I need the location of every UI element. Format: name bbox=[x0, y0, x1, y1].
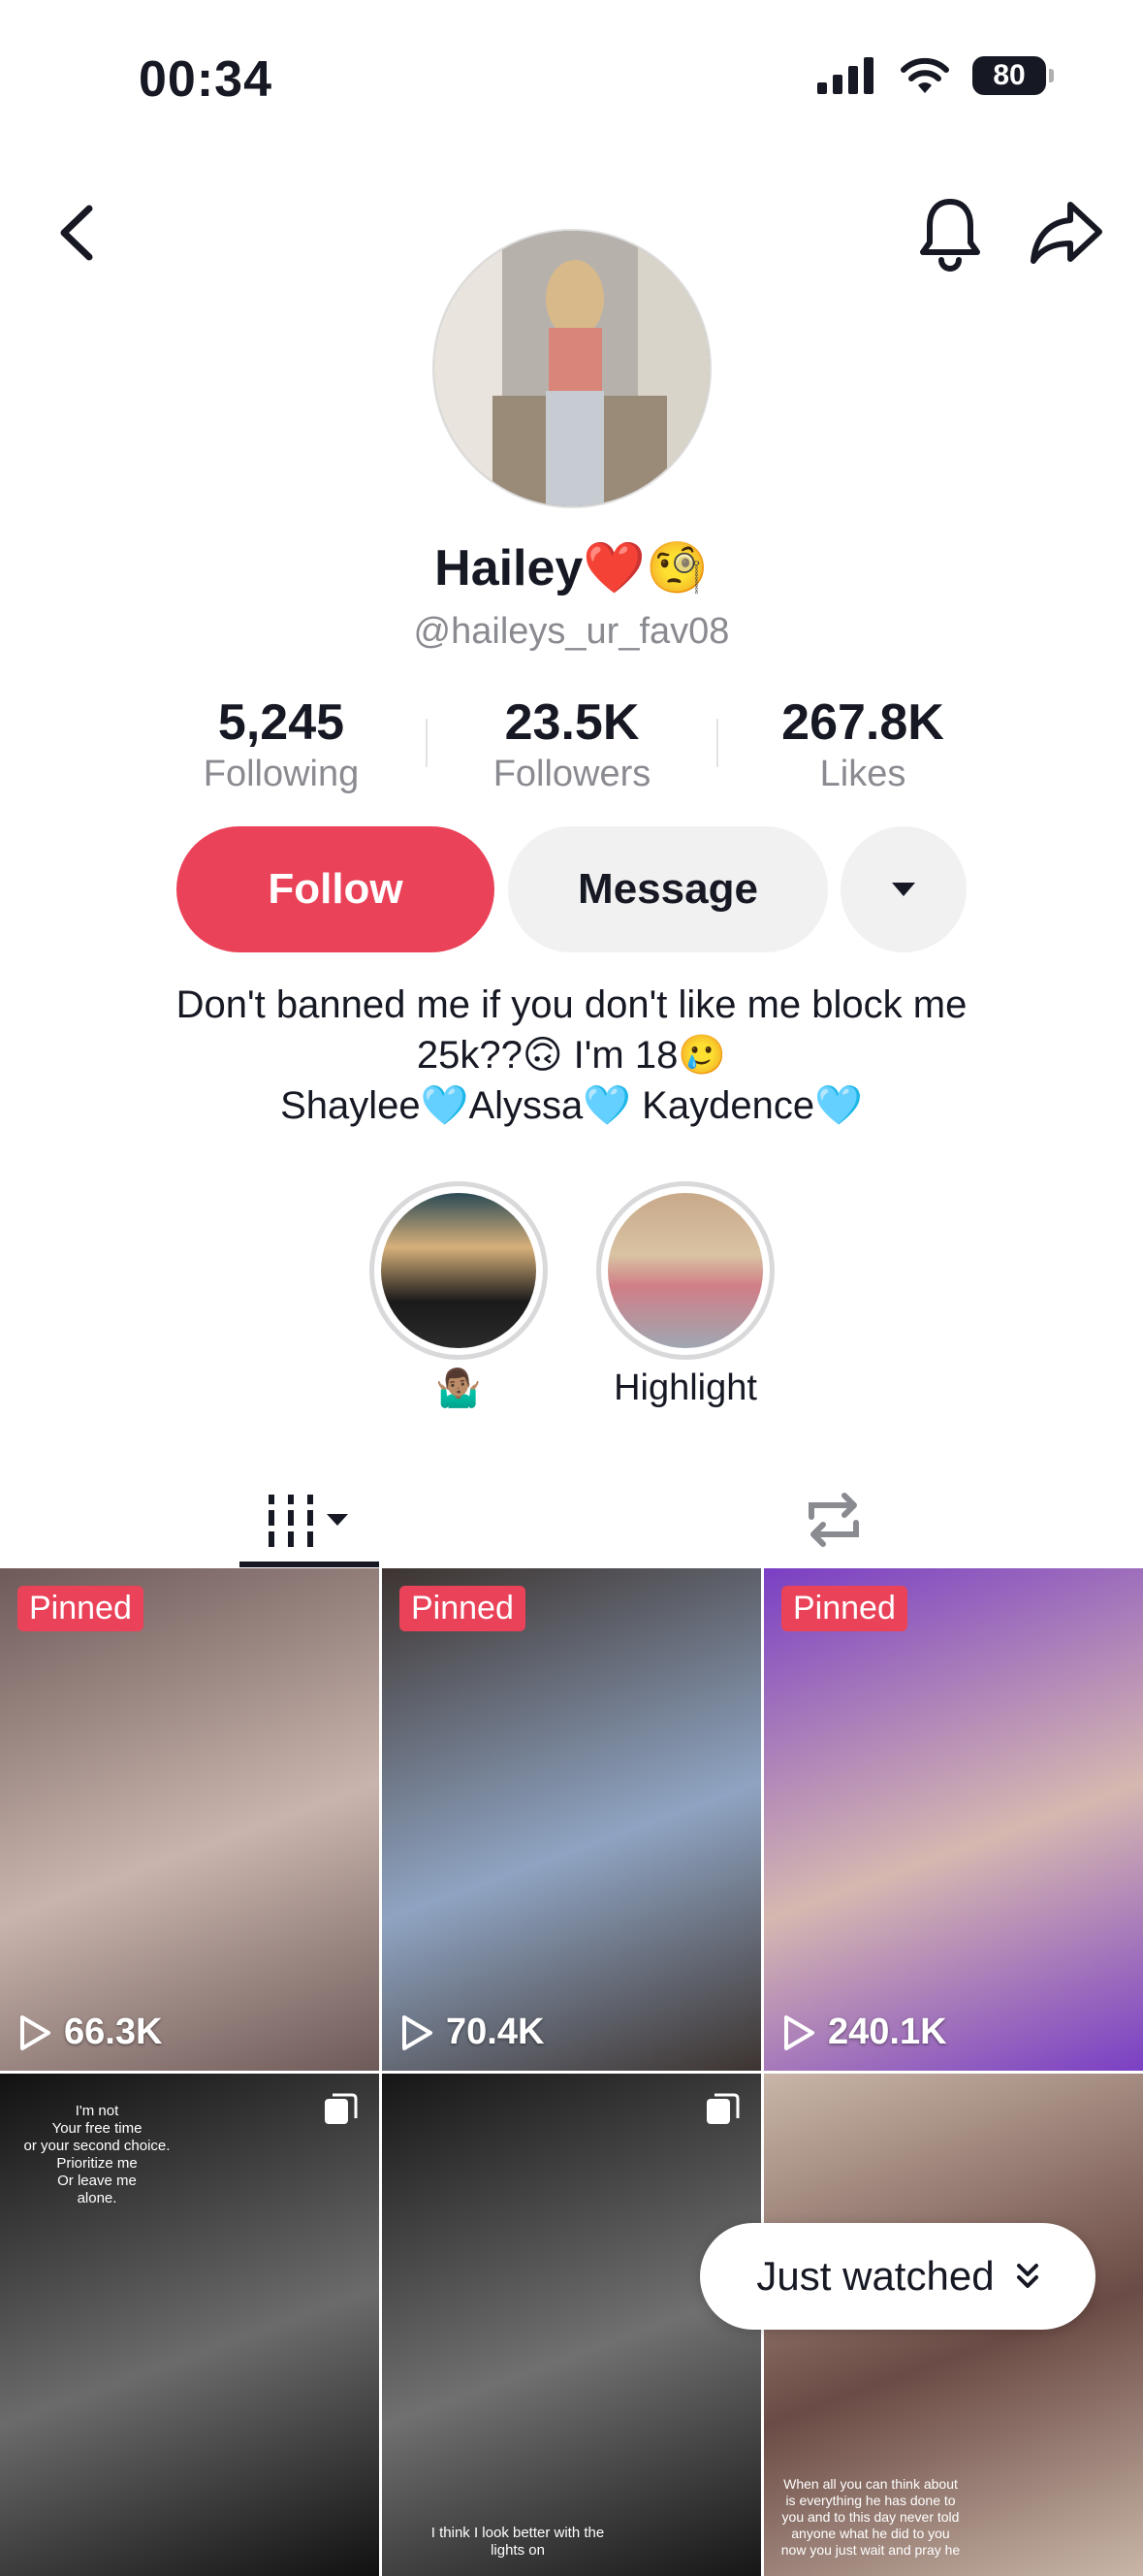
video-tile[interactable]: Pinned 70.4K bbox=[382, 1568, 761, 2071]
profile-stats: 5,245 Following 23.5K Followers 267.8K L… bbox=[155, 693, 989, 795]
suggested-accounts-button[interactable] bbox=[841, 826, 967, 952]
video-tile[interactable]: I think I look better with the lights on bbox=[382, 2074, 761, 2576]
stat-label: Likes bbox=[819, 754, 906, 794]
profile-name-row: Hailey❤️🧐 bbox=[0, 538, 1143, 597]
grid-columns-icon bbox=[269, 1495, 348, 1547]
bio-line: Don't banned me if you don't like me blo… bbox=[175, 983, 968, 1026]
caret-down-icon bbox=[892, 883, 915, 896]
view-count-value: 70.4K bbox=[446, 2012, 545, 2052]
status-icons: 80 bbox=[817, 56, 1054, 95]
stat-label: Following bbox=[203, 754, 360, 794]
battery-indicator: 80 bbox=[972, 56, 1054, 95]
highlight-thumbnail bbox=[381, 1193, 536, 1348]
stat-value: 5,245 bbox=[217, 694, 345, 751]
pinned-badge: Pinned bbox=[781, 1586, 907, 1631]
story-highlight[interactable]: 🤷🏽‍♂️ bbox=[366, 1181, 551, 1410]
profile-avatar[interactable] bbox=[432, 229, 712, 508]
battery-level: 80 bbox=[993, 59, 1026, 91]
wifi-icon bbox=[901, 57, 949, 93]
pinned-badge: Pinned bbox=[17, 1586, 143, 1631]
stat-label: Followers bbox=[492, 754, 651, 794]
stat-following[interactable]: 5,245 Following bbox=[155, 693, 407, 795]
profile-handle: @haileys_ur_fav08 bbox=[413, 611, 730, 652]
stat-divider bbox=[426, 719, 428, 767]
play-icon bbox=[402, 2014, 432, 2050]
bio-line: Shaylee🩵Alyssa🩵 Kaydence🩵 bbox=[280, 1084, 863, 1127]
profile-name: Hailey bbox=[434, 540, 584, 596]
video-tile[interactable]: Pinned 240.1K bbox=[764, 1568, 1143, 2071]
profile-name-emojis: ❤️🧐 bbox=[583, 540, 709, 596]
cellular-signal-icon bbox=[817, 57, 873, 94]
active-tab-indicator bbox=[239, 1562, 379, 1567]
message-button[interactable]: Message bbox=[508, 826, 828, 952]
video-caption: I'm not Your free time or your second ch… bbox=[23, 2103, 171, 2206]
bell-icon bbox=[920, 199, 980, 272]
highlight-ring bbox=[596, 1181, 775, 1360]
photo-carousel-icon bbox=[325, 2093, 358, 2124]
stat-divider bbox=[716, 719, 718, 767]
repost-icon bbox=[809, 1493, 859, 1547]
view-count-value: 66.3K bbox=[64, 2012, 163, 2052]
highlight-label: 🤷🏽‍♂️ bbox=[435, 1368, 482, 1409]
video-caption: When all you can think about is everythi… bbox=[780, 2476, 961, 2558]
video-tile[interactable]: Pinned 66.3K bbox=[0, 1568, 379, 2071]
notifications-button[interactable] bbox=[916, 194, 984, 272]
chevron-left-icon bbox=[60, 205, 93, 261]
pinned-badge: Pinned bbox=[399, 1586, 525, 1631]
view-count: 240.1K bbox=[781, 2012, 947, 2053]
double-chevron-down-icon bbox=[1016, 2264, 1038, 2288]
follow-button[interactable]: Follow bbox=[176, 826, 494, 952]
play-icon bbox=[784, 2014, 814, 2050]
just-watched-button[interactable]: Just watched bbox=[700, 2223, 1095, 2330]
just-watched-label: Just watched bbox=[756, 2253, 995, 2299]
highlight-ring bbox=[369, 1181, 548, 1360]
video-tile[interactable]: I'm not Your free time or your second ch… bbox=[0, 2074, 379, 2576]
tab-reposts[interactable] bbox=[795, 1476, 873, 1563]
share-arrow-icon bbox=[1031, 202, 1102, 264]
status-time: 00:34 bbox=[139, 51, 272, 108]
view-count: 70.4K bbox=[399, 2012, 544, 2053]
play-icon bbox=[20, 2014, 50, 2050]
stat-value: 267.8K bbox=[781, 694, 944, 751]
highlight-label: Highlight bbox=[614, 1368, 757, 1408]
view-count-value: 240.1K bbox=[828, 2012, 947, 2052]
bio-line: 25k??🙃 I'm 18🥲 bbox=[416, 1034, 727, 1077]
profile-bio: Don't banned me if you don't like me blo… bbox=[0, 980, 1143, 1131]
stat-likes[interactable]: 267.8K Likes bbox=[737, 693, 989, 795]
stat-followers[interactable]: 23.5K Followers bbox=[446, 693, 698, 795]
photo-carousel-icon bbox=[707, 2093, 740, 2124]
stat-value: 23.5K bbox=[504, 694, 640, 751]
avatar-photo bbox=[434, 231, 710, 506]
back-button[interactable] bbox=[48, 199, 107, 267]
share-button[interactable] bbox=[1028, 199, 1105, 267]
highlight-thumbnail bbox=[608, 1193, 763, 1348]
view-count: 66.3K bbox=[17, 2012, 162, 2053]
story-highlight[interactable]: Highlight bbox=[593, 1181, 778, 1409]
video-caption: I think I look better with the lights on bbox=[430, 2525, 605, 2559]
tab-videos[interactable] bbox=[239, 1476, 379, 1563]
